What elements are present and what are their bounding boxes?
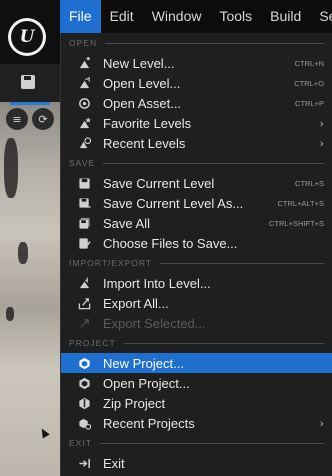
section-exit: EXIT bbox=[61, 433, 332, 453]
section-label: SAVE bbox=[69, 158, 96, 168]
menu-item-zip-project[interactable]: Zip Project bbox=[61, 393, 332, 413]
recent-levels-icon bbox=[77, 136, 91, 150]
menu-item-label: Zip Project bbox=[103, 395, 166, 411]
shortcut-text: CTRL+S bbox=[295, 178, 324, 188]
section-label: PROJECT bbox=[69, 338, 116, 348]
menu-item-label: Favorite Levels bbox=[103, 115, 192, 131]
section-open: OPEN bbox=[61, 33, 332, 53]
divider bbox=[160, 262, 324, 264]
choose-files-icon bbox=[77, 236, 91, 250]
divider bbox=[105, 42, 324, 44]
viewport-scene-shape bbox=[4, 138, 18, 198]
export-all-icon bbox=[77, 296, 91, 310]
menu-item-label: Save Current Level As... bbox=[103, 195, 244, 211]
section-label: EXIT bbox=[69, 438, 92, 448]
menu-item-save-current-level-as[interactable]: Save Current Level As... CTRL+ALT+S bbox=[61, 193, 332, 213]
viewport-options-button[interactable]: ≡ bbox=[6, 108, 28, 130]
divider bbox=[99, 442, 324, 444]
submenu-arrow-icon: › bbox=[319, 416, 324, 430]
menu-file[interactable]: File bbox=[60, 0, 101, 33]
menu-item-new-level[interactable]: New Level... CTRL+N bbox=[61, 53, 332, 73]
menu-item-save-all[interactable]: Save All CTRL+SHIFT+S bbox=[61, 213, 332, 233]
import-icon bbox=[77, 276, 91, 290]
file-menu-dropdown: OPEN New Level... CTRL+N Open Level... C… bbox=[60, 33, 332, 476]
menu-item-import-into-level[interactable]: Import Into Level... bbox=[61, 273, 332, 293]
shortcut-text: CTRL+ALT+S bbox=[277, 198, 324, 208]
menu-item-label: Save All bbox=[103, 215, 150, 231]
menu-item-save-current-level[interactable]: Save Current Level CTRL+S bbox=[61, 173, 332, 193]
level-viewport[interactable]: ≡ ⟳ bbox=[0, 102, 60, 476]
unreal-logo-icon[interactable]: U bbox=[8, 18, 46, 56]
menu-item-open-level[interactable]: Open Level... CTRL+O bbox=[61, 73, 332, 93]
menu-item-export-all[interactable]: Export All... bbox=[61, 293, 332, 313]
viewport-realtime-button[interactable]: ⟳ bbox=[32, 108, 54, 130]
menu-item-label: Open Asset... bbox=[103, 95, 182, 111]
menu-window[interactable]: Window bbox=[143, 0, 211, 33]
menu-item-recent-projects[interactable]: Recent Projects › bbox=[61, 413, 332, 433]
divider bbox=[123, 342, 324, 344]
menu-item-label: Import Into Level... bbox=[103, 275, 211, 291]
menu-item-label: Export Selected... bbox=[103, 315, 206, 331]
menu-item-open-project[interactable]: Open Project... bbox=[61, 373, 332, 393]
viewport-scene-shape bbox=[6, 307, 14, 321]
open-level-icon bbox=[77, 76, 91, 90]
new-project-icon bbox=[77, 356, 91, 370]
menu-item-label: New Level... bbox=[103, 55, 175, 71]
menu-item-label: Open Project... bbox=[103, 375, 190, 391]
mouse-cursor-icon bbox=[38, 426, 50, 439]
save-icon bbox=[77, 176, 91, 190]
menu-item-label: Recent Projects bbox=[103, 415, 195, 431]
shortcut-text: CTRL+O bbox=[294, 78, 324, 88]
section-label: IMPORT/EXPORT bbox=[69, 258, 153, 268]
export-selected-icon bbox=[77, 316, 91, 330]
zip-project-icon bbox=[77, 396, 91, 410]
shortcut-text: CTRL+N bbox=[294, 58, 324, 68]
menu-item-recent-levels[interactable]: Recent Levels › bbox=[61, 133, 332, 153]
open-asset-icon bbox=[77, 96, 91, 110]
menu-item-exit[interactable]: Exit bbox=[61, 453, 332, 473]
open-project-icon bbox=[77, 376, 91, 390]
toolbar bbox=[0, 64, 60, 102]
logo-area: U bbox=[0, 0, 60, 64]
menu-item-label: Save Current Level bbox=[103, 175, 215, 191]
menu-item-export-selected[interactable]: Export Selected... bbox=[61, 313, 332, 333]
menu-build[interactable]: Build bbox=[261, 0, 310, 33]
menu-item-new-project[interactable]: New Project... bbox=[61, 353, 332, 373]
menu-item-choose-files-to-save[interactable]: Choose Files to Save... bbox=[61, 233, 332, 253]
new-level-icon bbox=[77, 56, 91, 70]
submenu-arrow-icon: › bbox=[319, 136, 324, 150]
section-import-export: IMPORT/EXPORT bbox=[61, 253, 332, 273]
shortcut-text: CTRL+P bbox=[295, 98, 324, 108]
menu-item-label: Open Level... bbox=[103, 75, 181, 91]
recent-projects-icon bbox=[77, 416, 91, 430]
favorite-levels-icon bbox=[77, 116, 91, 130]
menu-item-label: Recent Levels bbox=[103, 135, 186, 151]
unreal-logo-glyph: U bbox=[11, 21, 43, 53]
menu-tools[interactable]: Tools bbox=[210, 0, 261, 33]
menu-select[interactable]: Sel bbox=[310, 0, 332, 33]
main-menu-bar: File Edit Window Tools Build Sel bbox=[60, 0, 332, 33]
section-save: SAVE bbox=[61, 153, 332, 173]
section-label: OPEN bbox=[69, 38, 98, 48]
save-as-icon bbox=[77, 196, 91, 210]
app-left-strip: U ≡ ⟳ bbox=[0, 0, 60, 476]
menu-item-open-asset[interactable]: Open Asset... CTRL+P bbox=[61, 93, 332, 113]
menu-item-label: Exit bbox=[103, 455, 125, 471]
refresh-icon: ⟳ bbox=[38, 112, 48, 126]
save-all-icon bbox=[77, 216, 91, 230]
section-project: PROJECT bbox=[61, 333, 332, 353]
menu-edit[interactable]: Edit bbox=[101, 0, 143, 33]
viewport-focus-accent bbox=[10, 102, 50, 105]
exit-icon bbox=[77, 456, 91, 470]
hamburger-icon: ≡ bbox=[12, 112, 22, 126]
menu-item-label: Choose Files to Save... bbox=[103, 235, 238, 251]
toolbar-save-icon[interactable] bbox=[21, 75, 35, 89]
shortcut-text: CTRL+SHIFT+S bbox=[268, 218, 324, 228]
menu-item-label: New Project... bbox=[103, 355, 184, 371]
submenu-arrow-icon: › bbox=[319, 116, 324, 130]
menu-item-favorite-levels[interactable]: Favorite Levels › bbox=[61, 113, 332, 133]
menu-item-label: Export All... bbox=[103, 295, 169, 311]
divider bbox=[103, 162, 324, 164]
viewport-scene-shape bbox=[18, 242, 28, 264]
